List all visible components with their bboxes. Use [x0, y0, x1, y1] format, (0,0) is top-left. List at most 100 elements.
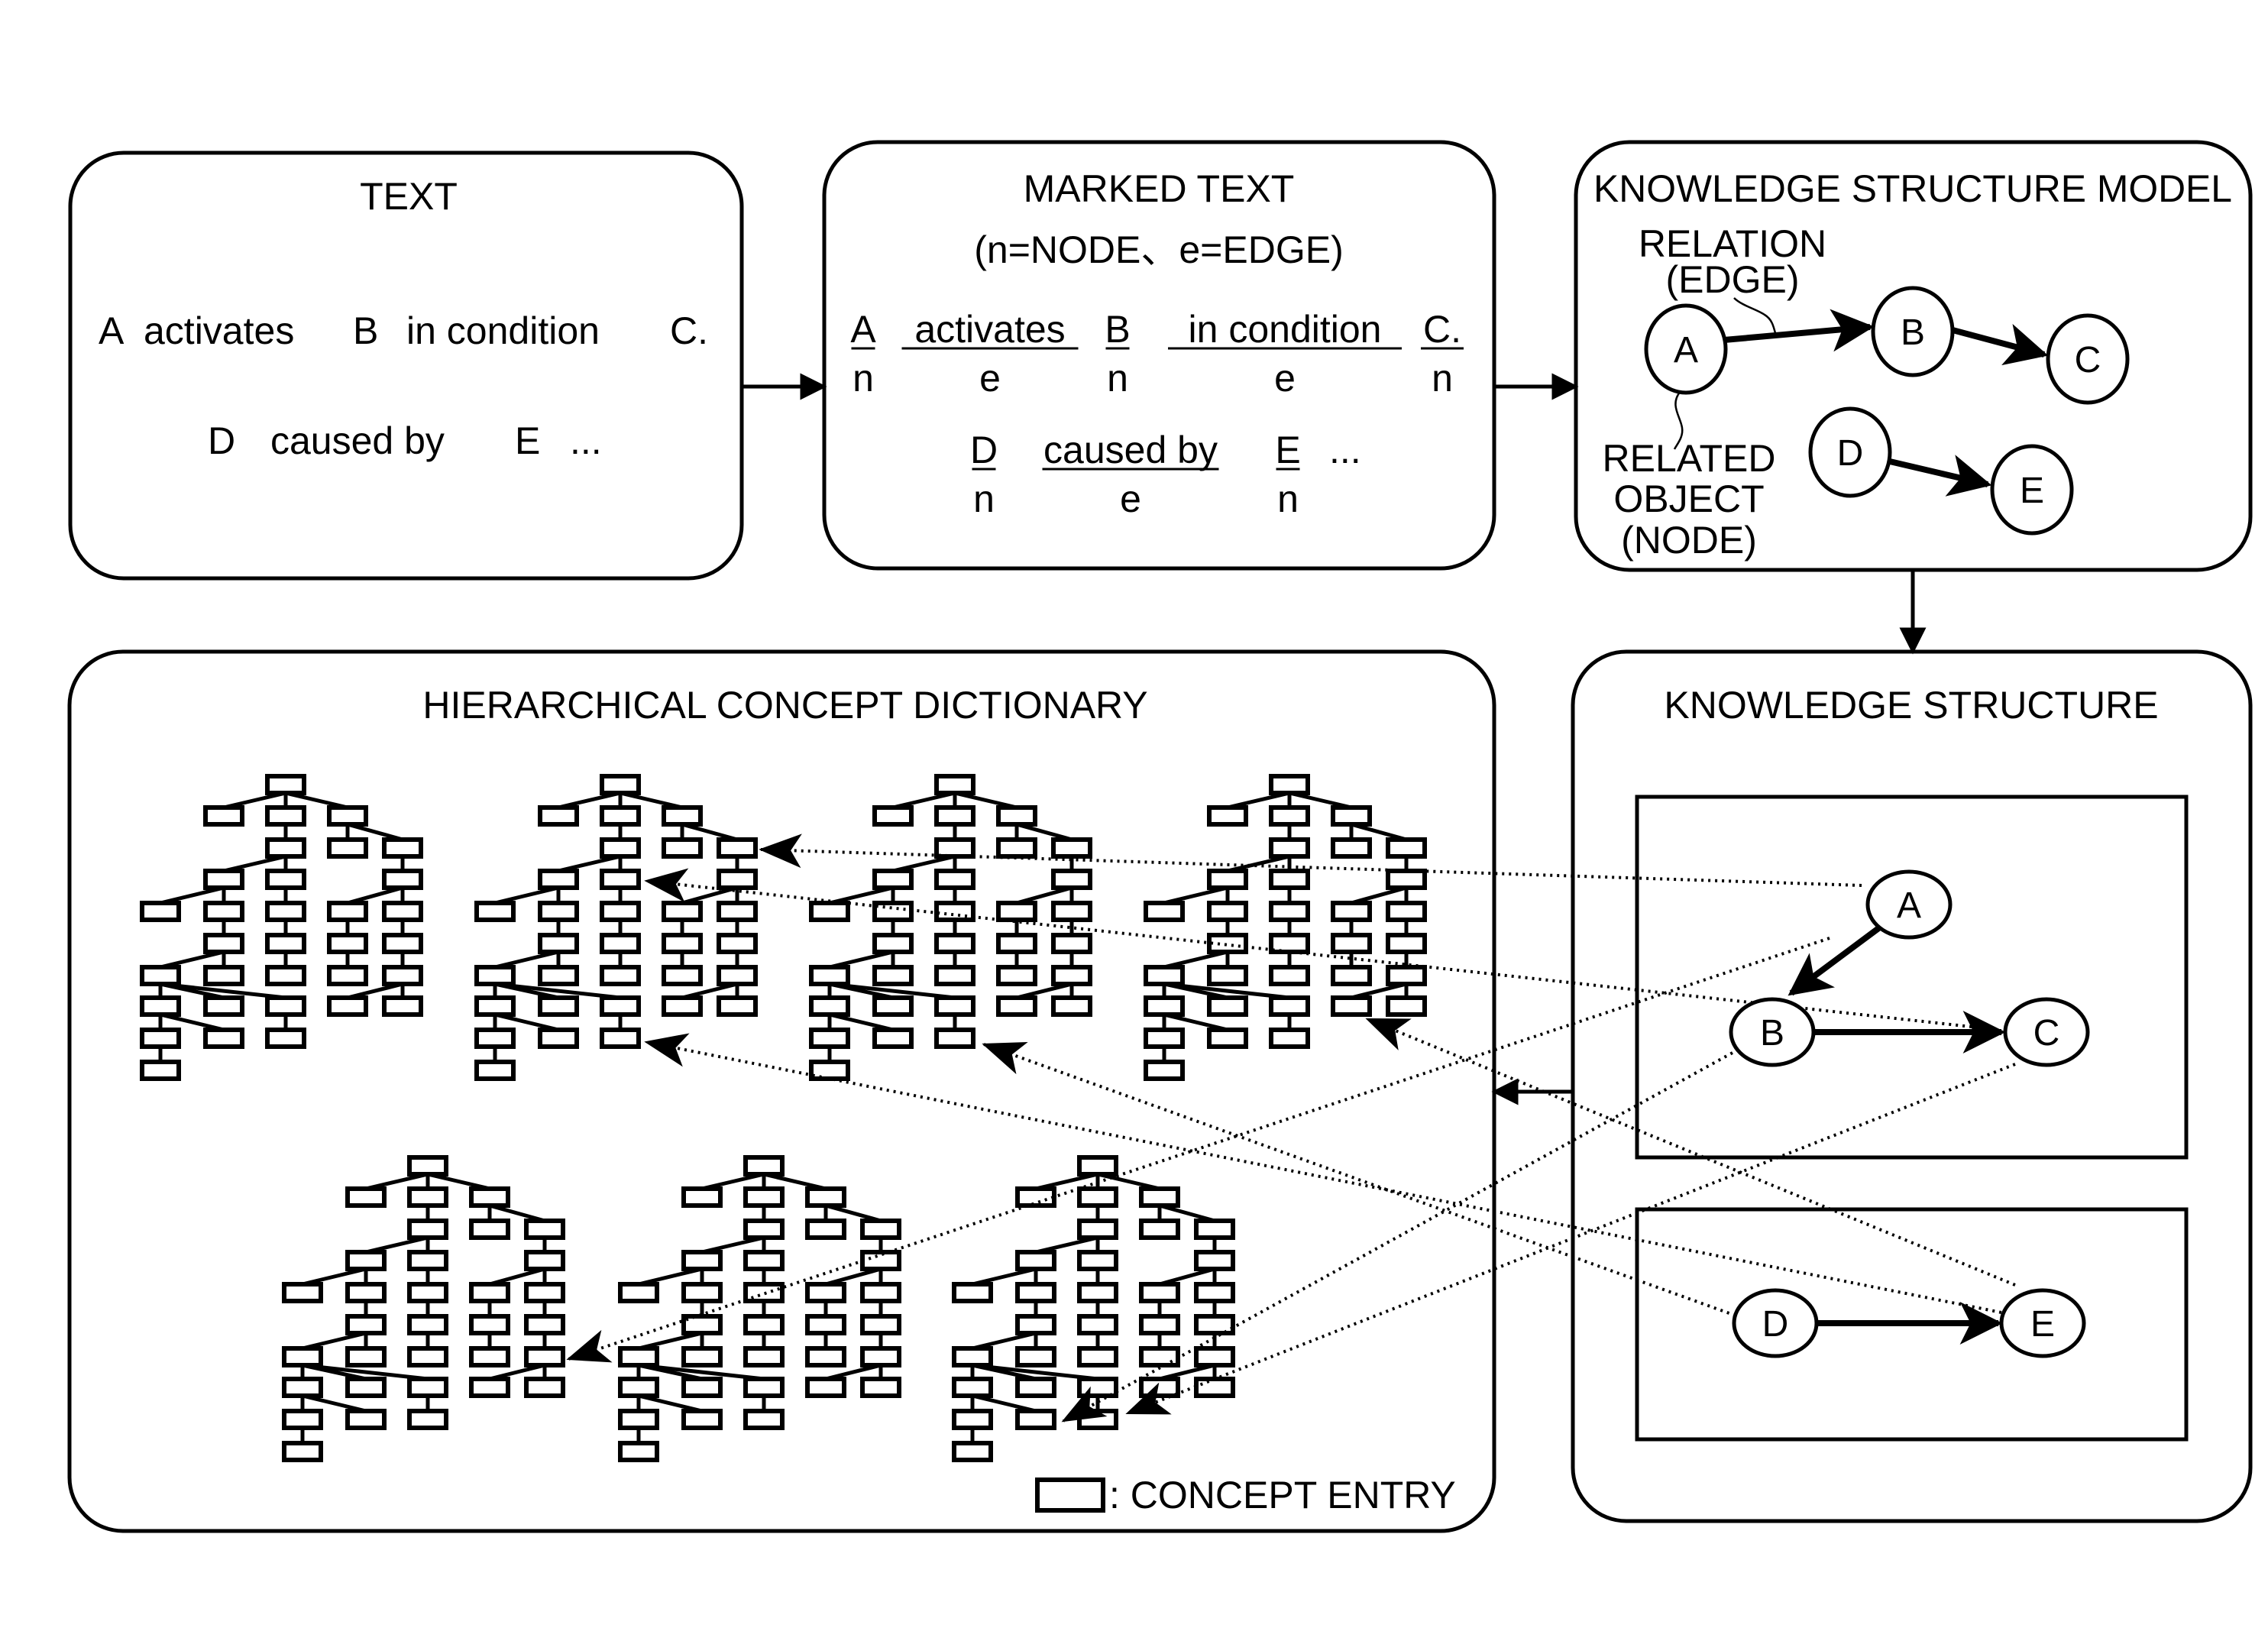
ks-panel-frame — [1571, 649, 2253, 1523]
concept-entry — [860, 1250, 901, 1271]
concept-entry — [474, 1028, 516, 1049]
concept-tree — [809, 774, 1092, 1081]
concept-entry — [600, 805, 641, 827]
concept-entry — [681, 1409, 723, 1430]
concept-entry — [717, 933, 758, 954]
concept-entry — [600, 901, 641, 922]
concept-entry — [1077, 1346, 1118, 1367]
ks-title: KNOWLEDGE STRUCTURE — [1664, 684, 2158, 727]
concept-entry — [1269, 869, 1310, 890]
concept-entry — [1077, 1282, 1118, 1303]
concept-entry — [538, 869, 579, 890]
text-word: activates — [144, 309, 294, 352]
concept-entry — [1077, 1314, 1118, 1335]
svg-text:E: E — [2020, 471, 2044, 511]
concept-entry — [469, 1186, 510, 1208]
concept-entry — [265, 869, 306, 890]
concept-entry — [743, 1346, 785, 1367]
marked-word: caused by — [1043, 429, 1218, 471]
concept-entry — [1386, 837, 1427, 859]
concept-entry — [265, 933, 306, 954]
link-e-tree4 — [1365, 1018, 2016, 1287]
concept-entry — [934, 774, 975, 795]
concept-entry — [1015, 1250, 1056, 1271]
concept-entry — [1051, 995, 1092, 1017]
concept-entry — [327, 995, 368, 1017]
hcd-title: HIERARCHICAL CONCEPT DICTIONARY — [422, 684, 1147, 727]
concept-entry — [1051, 901, 1092, 922]
ksm-edge-d-e — [1889, 455, 1992, 497]
concept-entry — [600, 1028, 641, 1049]
concept-entry — [407, 1314, 448, 1335]
concept-entry — [809, 995, 850, 1017]
concept-entry — [203, 995, 244, 1017]
object-label: OBJECT — [1613, 477, 1764, 520]
concept-entry — [934, 837, 975, 859]
ksm-node-a: A — [1644, 303, 1728, 395]
marked-ellipsis: ... — [1329, 429, 1361, 471]
marked-word: in condition — [1189, 308, 1382, 351]
text-word: C. — [670, 309, 708, 352]
knowledge-structure-panel: KNOWLEDGE STRUCTURE — [1571, 649, 2253, 1523]
concept-entry — [743, 1155, 785, 1176]
concept-trees — [140, 774, 1427, 1462]
concept-entry — [140, 1060, 181, 1081]
marked-token: En — [1275, 429, 1300, 520]
concept-entry — [1331, 901, 1372, 922]
concept-tree — [140, 774, 423, 1081]
concept-entry — [952, 1282, 993, 1303]
concept-entry — [327, 965, 368, 986]
legend-label: : CONCEPT ENTRY — [1109, 1474, 1456, 1516]
svg-text:C: C — [2075, 340, 2101, 380]
marked-word: activates — [914, 308, 1065, 351]
concept-entry — [1269, 805, 1310, 827]
concept-entry — [382, 965, 423, 986]
svg-text:D: D — [1762, 1304, 1789, 1345]
concept-entry — [1139, 1282, 1180, 1303]
concept-entry — [681, 1314, 723, 1335]
concept-entry — [743, 1186, 785, 1208]
concept-entry — [538, 995, 579, 1017]
ksm-node-e: E — [1990, 444, 2074, 536]
ksm-node-c: C — [2046, 313, 2130, 405]
ksm-node-b: B — [1871, 286, 1955, 377]
concept-entry — [524, 1346, 565, 1367]
concept-entry — [662, 965, 703, 986]
text-word: B — [353, 309, 378, 352]
concept-entry — [662, 805, 703, 827]
marked-word: C. — [1423, 308, 1461, 351]
related-label: RELATED — [1603, 437, 1776, 480]
concept-entry — [407, 1377, 448, 1398]
concept-entry — [1269, 774, 1310, 795]
concept-entry — [345, 1250, 387, 1271]
concept-entry — [1144, 1060, 1185, 1081]
text-word: ... — [570, 419, 602, 462]
concept-entry — [860, 1377, 901, 1398]
concept-entry — [805, 1314, 846, 1335]
svg-text:E: E — [2030, 1304, 2055, 1345]
concept-entry — [934, 965, 975, 986]
concept-entry — [805, 1219, 846, 1240]
concept-entry — [996, 837, 1037, 859]
concept-entry — [934, 869, 975, 890]
concept-entry — [1269, 933, 1310, 954]
concept-entry — [1077, 1409, 1118, 1430]
marked-text-subtitle: (n=NODE、e=EDGE) — [974, 228, 1343, 271]
concept-entry — [1207, 933, 1248, 954]
mark-label: n — [1107, 357, 1128, 400]
concept-entry — [1331, 805, 1372, 827]
concept-entry — [1386, 933, 1427, 954]
concept-entry — [1331, 995, 1372, 1017]
edge-label: (EDGE) — [1666, 258, 1800, 301]
concept-entry — [524, 1314, 565, 1335]
concept-entry — [538, 805, 579, 827]
concept-entry — [662, 837, 703, 859]
concept-entry — [1207, 805, 1248, 827]
concept-entry — [345, 1282, 387, 1303]
legend: : CONCEPT ENTRY — [1035, 1474, 1456, 1516]
ks-node-b: B — [1729, 997, 1816, 1067]
concept-entry — [1269, 837, 1310, 859]
marked-token: Bn — [1105, 308, 1130, 400]
concept-entry — [407, 1250, 448, 1271]
marked-row-2: Dn caused by e En — [970, 429, 1301, 520]
